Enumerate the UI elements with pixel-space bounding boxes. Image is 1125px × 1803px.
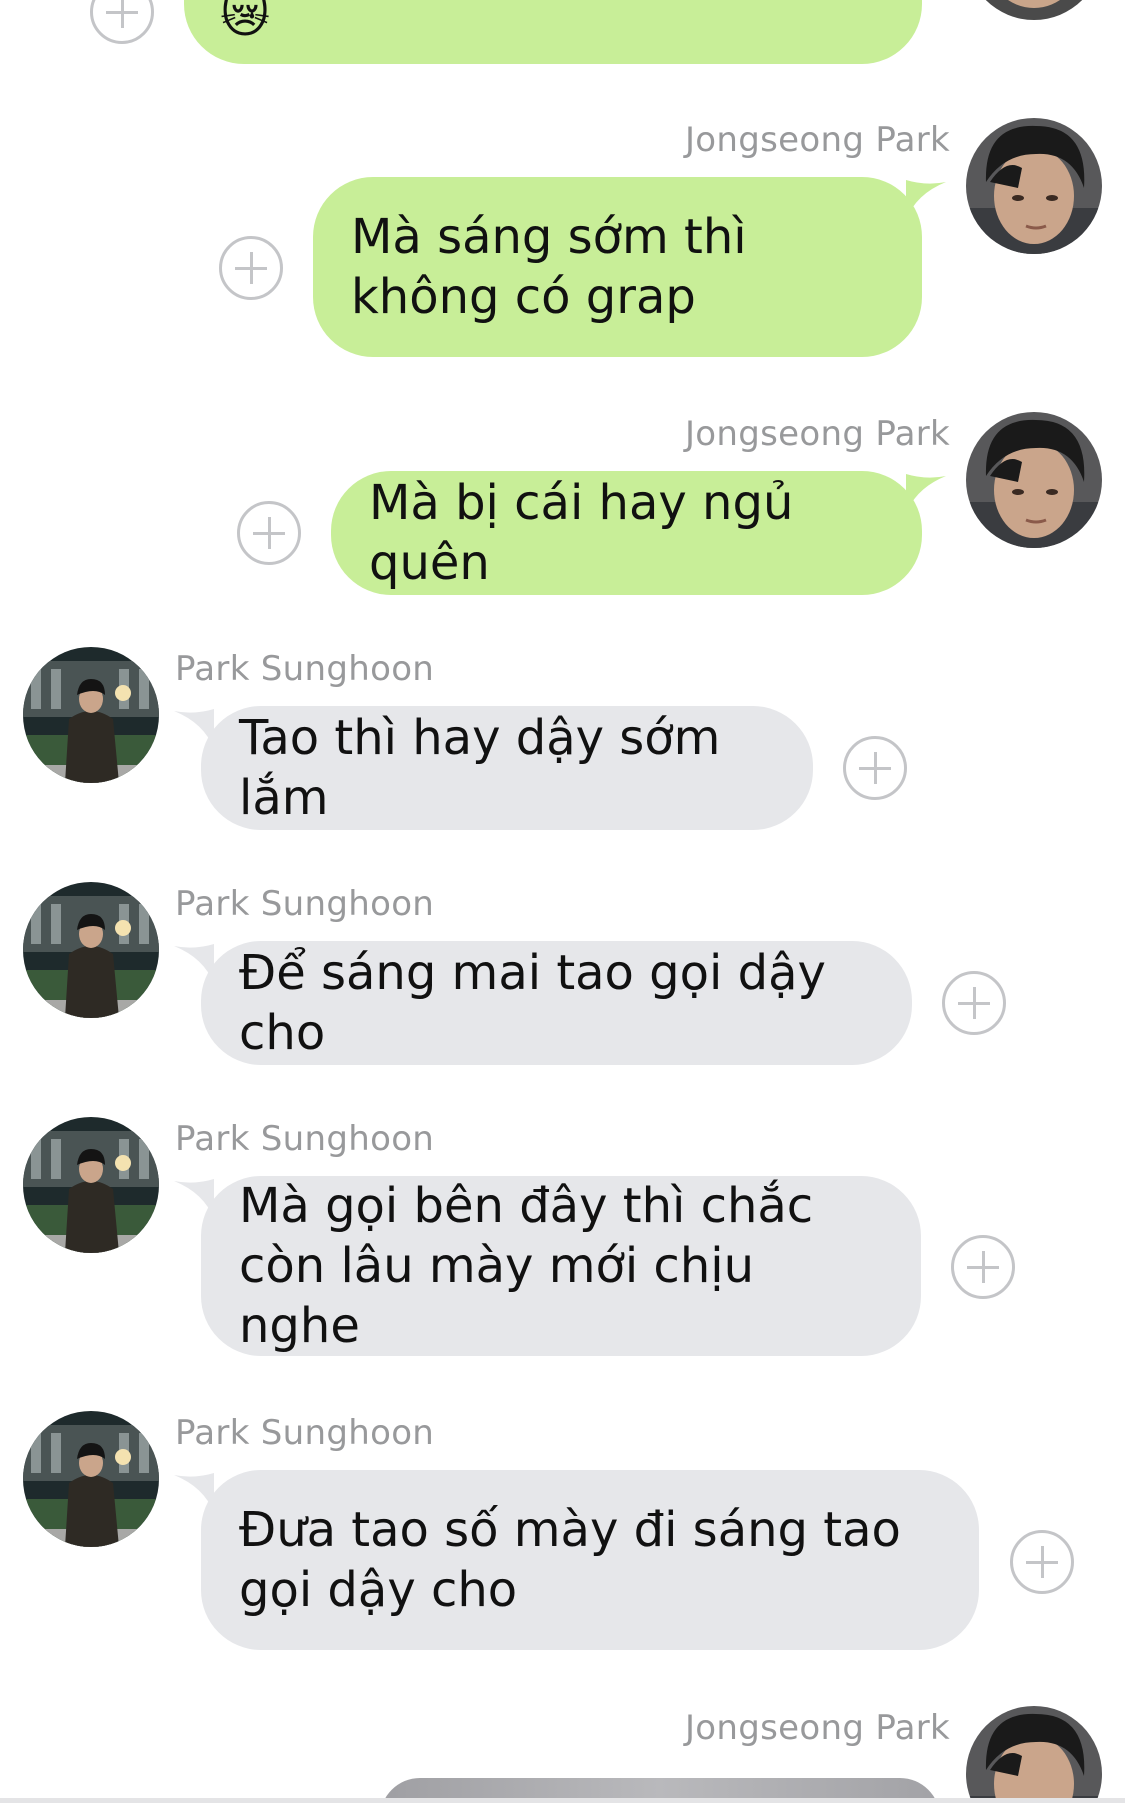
add-reaction-icon[interactable] — [951, 1235, 1015, 1299]
add-reaction-icon[interactable] — [843, 736, 907, 800]
message-text: Đéo ai cho đi học chứ sao 😿 — [220, 0, 271, 44]
avatar-jongseong[interactable] — [966, 412, 1102, 548]
sender-name: Jongseong Park — [684, 414, 950, 454]
message-bubble[interactable]: Tao thì hay dậy sớm lắm — [201, 706, 813, 830]
avatar-sunghoon[interactable] — [23, 1411, 159, 1547]
avatar-jongseong[interactable] — [966, 118, 1102, 254]
add-reaction-icon[interactable] — [1010, 1530, 1074, 1594]
add-reaction-icon[interactable] — [219, 236, 283, 300]
add-reaction-icon[interactable] — [90, 0, 154, 44]
sender-name: Park Sunghoon — [175, 649, 435, 689]
sender-name: Park Sunghoon — [175, 1413, 435, 1453]
message-text: Mà bị cái hay ngủ quên — [369, 475, 794, 591]
message-bubble[interactable]: Để sáng mai tao gọi dậy cho — [201, 941, 912, 1065]
avatar-jongseong[interactable] — [966, 1706, 1102, 1803]
sender-name: Jongseong Park — [684, 120, 950, 160]
avatar-jongseong[interactable] — [966, 0, 1102, 20]
message-text: Tao thì hay dậy sớm lắm — [239, 710, 721, 826]
bottom-divider — [0, 1798, 1125, 1803]
message-bubble[interactable]: Đưa tao số mày đi sáng tao gọi dậy cho — [201, 1470, 979, 1650]
message-text: Đưa tao số mày đi sáng tao gọi dậy cho — [239, 1502, 901, 1618]
chat-screen: Đéo ai cho đi học chứ sao 😿 Jongseong Pa… — [0, 0, 1125, 1803]
message-text: Để sáng mai tao gọi dậy cho — [239, 945, 826, 1061]
add-reaction-icon[interactable] — [942, 971, 1006, 1035]
message-bubble[interactable]: Đéo ai cho đi học chứ sao 😿 — [184, 0, 922, 64]
sender-name: Park Sunghoon — [175, 884, 435, 924]
message-text: Mà gọi bên đây thì chắc còn lâu mày mới … — [239, 1178, 814, 1354]
avatar-sunghoon[interactable] — [23, 882, 159, 1018]
sender-name: Park Sunghoon — [175, 1119, 435, 1159]
add-reaction-icon[interactable] — [237, 501, 301, 565]
avatar-sunghoon[interactable] — [23, 1117, 159, 1253]
message-bubble[interactable]: Mà sáng sớm thì không có grap — [313, 177, 922, 357]
message-bubble[interactable]: Mà bị cái hay ngủ quên — [331, 471, 922, 595]
message-text: Mà sáng sớm thì không có grap — [351, 209, 747, 325]
sender-name: Jongseong Park — [684, 1708, 950, 1748]
message-bubble[interactable]: Mà gọi bên đây thì chắc còn lâu mày mới … — [201, 1176, 921, 1356]
avatar-sunghoon[interactable] — [23, 647, 159, 783]
